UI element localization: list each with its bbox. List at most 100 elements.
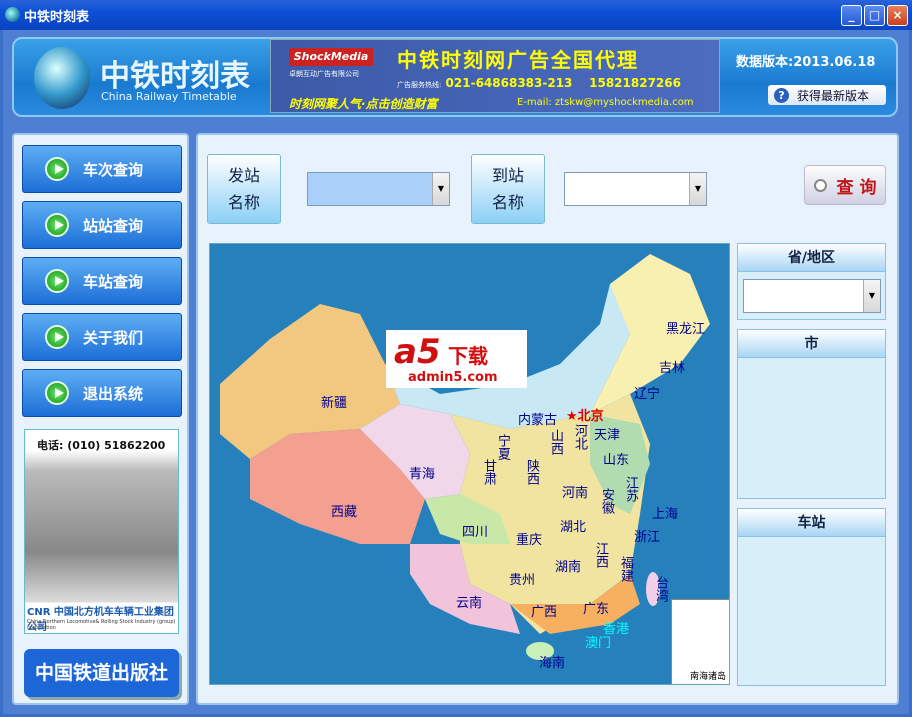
from-station-label[interactable]: 发站 名称 [207, 154, 281, 224]
province-label[interactable]: 天津 [594, 424, 620, 443]
province-label[interactable]: 广西 [531, 601, 557, 620]
promo-phone: 电话: (010) 51862200 [37, 439, 166, 452]
province-label[interactable]: 吉林 [659, 357, 685, 376]
station-panel[interactable]: 车站 [737, 508, 886, 686]
chevron-down-icon[interactable]: ▼ [689, 173, 706, 205]
publisher-button[interactable]: 中国铁道出版社 [24, 649, 179, 697]
ad-slogan: 时刻网聚人气·点击创造财富 [289, 97, 438, 111]
to-station-select[interactable]: ▼ [564, 172, 707, 206]
query-label: 查 询 [836, 177, 877, 198]
phone2: 15821827266 [589, 76, 681, 90]
nav-label: 关于我们 [83, 328, 144, 347]
nav-about[interactable]: 关于我们 [22, 313, 182, 361]
chevron-down-icon[interactable]: ▼ [432, 173, 449, 205]
province-label[interactable]: 河南 [562, 482, 588, 501]
play-icon [45, 381, 69, 405]
maximize-button[interactable]: □ [864, 5, 885, 26]
province-label[interactable]: 陕西 [524, 459, 539, 485]
province-label[interactable]: 江苏 [623, 476, 638, 502]
province-header: 省/地区 [738, 244, 885, 272]
province-label[interactable]: 海南 [539, 652, 565, 671]
hotline-label: 广告服务热线: [397, 81, 442, 89]
province-label[interactable]: 内蒙古 [518, 409, 557, 428]
update-button[interactable]: ? 获得最新版本 [768, 85, 886, 105]
province-label[interactable]: 辽宁 [634, 383, 660, 402]
close-button[interactable]: × [887, 5, 908, 26]
data-version: 数据版本:2013.06.18 [736, 55, 876, 70]
app-subtitle: China Railway Timetable [101, 90, 237, 103]
ad-banner[interactable]: ShockMedia 卓朗互动广告有限公司 中铁时刻网广告全国代理 广告服务热线… [270, 39, 720, 113]
province-label[interactable]: 青海 [409, 463, 435, 482]
inset-label: 南海诸岛 [690, 672, 727, 682]
province-label[interactable]: 湖南 [555, 556, 581, 575]
a5-watermark: a5 下载 admin5.com [386, 330, 527, 388]
play-icon [45, 325, 69, 349]
a5-logo: a5 [394, 332, 441, 372]
province-select[interactable]: ▼ [743, 279, 881, 313]
nav-train-query[interactable]: 车次查询 [22, 145, 182, 193]
update-label: 获得最新版本 [797, 88, 870, 103]
province-label[interactable]: 贵州 [509, 569, 535, 588]
province-label[interactable]: 西藏 [331, 501, 357, 520]
main-panel: 发站 名称 ▼ 到站 名称 ▼ 查 询 新疆西藏 青海 内蒙古 黑龙江吉林辽宁 ★北京天… [196, 133, 899, 705]
province-label[interactable]: 甘肃 [481, 459, 496, 485]
province-label[interactable]: 安徽 [599, 488, 614, 514]
province-label[interactable]: 黑龙江 [666, 318, 705, 337]
header-banner: 中铁时刻表 China Railway Timetable ShockMedia… [12, 37, 898, 117]
nav-label: 车次查询 [83, 160, 144, 179]
query-button[interactable]: 查 询 [804, 165, 886, 205]
nav-exit[interactable]: 退出系统 [22, 369, 182, 417]
province-label[interactable]: 山西 [548, 429, 563, 455]
title-bar: 中铁时刻表 _ □ × [0, 0, 912, 30]
station-header: 车站 [738, 509, 885, 537]
clock-icon [813, 178, 827, 192]
province-label[interactable]: 浙江 [634, 526, 660, 545]
province-label[interactable]: 山东 [603, 449, 629, 468]
province-label[interactable]: ★北京 [566, 405, 604, 424]
app-title: 中铁时刻表 [100, 59, 250, 94]
sidebar: 车次查询 站站查询 车站查询 关于我们 退出系统 电话: (010) 51862… [12, 133, 189, 705]
province-label[interactable]: 河北 [572, 424, 587, 450]
nav-label: 退出系统 [83, 384, 144, 403]
city-panel[interactable]: 市 [737, 329, 886, 499]
promo-image[interactable]: 电话: (010) 51862200 CNR 中国北方机车车辆工业集团公司 Ch… [24, 429, 179, 634]
province-label[interactable]: 四川 [462, 521, 488, 540]
nav-label: 站站查询 [83, 216, 144, 235]
province-label[interactable]: 新疆 [321, 392, 347, 411]
minimize-button[interactable]: _ [841, 5, 862, 26]
south-china-sea-inset: 南海诸岛 [671, 599, 729, 684]
province-label[interactable]: 宁夏 [495, 434, 510, 460]
from-station-select[interactable]: ▼ [307, 172, 450, 206]
play-icon [45, 157, 69, 181]
ad-hotline: 广告服务热线: 021-64868383-213 15821827266 [397, 76, 681, 90]
province-label[interactable]: 江西 [593, 542, 608, 568]
province-panel: 省/地区 ▼ [737, 243, 886, 320]
globe-logo-icon [34, 47, 90, 109]
ad-email: E-mail: ztskw@myshockmedia.com [517, 97, 694, 108]
province-label[interactable]: 澳门 [585, 632, 611, 651]
ad-company: 卓朗互动广告有限公司 [289, 70, 359, 78]
phone1: 021-64868383-213 [445, 76, 573, 90]
ad-headline: 中铁时刻网广告全国代理 [397, 48, 639, 72]
nav-label: 车站查询 [83, 272, 144, 291]
province-label[interactable]: 湖北 [560, 516, 586, 535]
ad-brand: ShockMedia [289, 48, 373, 66]
window-title: 中铁时刻表 [24, 9, 90, 25]
map-shapes [220, 254, 710, 660]
chevron-down-icon[interactable]: ▼ [863, 280, 880, 312]
app-icon [5, 7, 20, 22]
province-label[interactable]: 广东 [583, 598, 609, 617]
province-label[interactable]: 台湾 [653, 576, 668, 602]
province-label[interactable]: 云南 [456, 592, 482, 611]
province-label[interactable]: 福建 [618, 556, 633, 582]
nav-station-to-station[interactable]: 站站查询 [22, 201, 182, 249]
help-icon: ? [774, 87, 789, 103]
province-label[interactable]: 重庆 [516, 529, 542, 548]
promo-company-en: China Northern Locomotive& Rolling Stock… [27, 619, 176, 631]
play-icon [45, 269, 69, 293]
nav-station-query[interactable]: 车站查询 [22, 257, 182, 305]
a5-download: 下载 [448, 344, 488, 368]
china-map[interactable]: 新疆西藏 青海 内蒙古 黑龙江吉林辽宁 ★北京 天津 河北 山西 宁夏山东甘肃 陕西河南 江苏 安徽上… [209, 243, 730, 685]
province-label[interactable]: 上海 [652, 503, 678, 522]
to-station-label[interactable]: 到站 名称 [471, 154, 545, 224]
